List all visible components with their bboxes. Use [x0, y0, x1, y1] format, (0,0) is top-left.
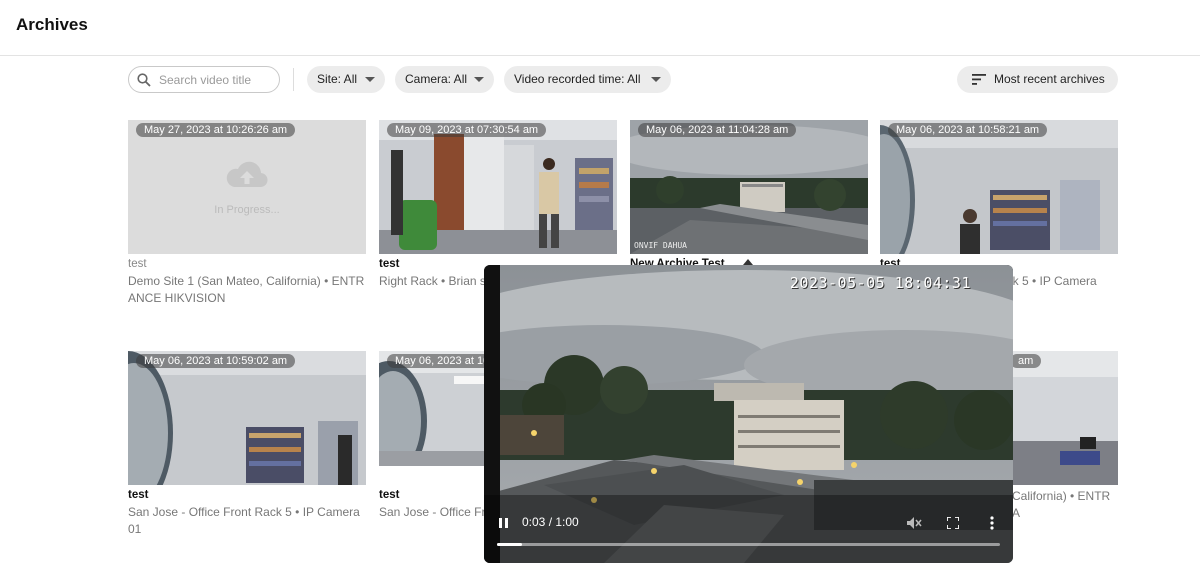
- search-input[interactable]: [159, 71, 275, 89]
- outdoor-camera-image: [630, 120, 868, 254]
- video-player[interactable]: 2023-05-05 18:04:31 0:03 / 1:00: [484, 265, 1013, 563]
- camera-osd-timestamp: 2023-05-05 18:04:31: [789, 274, 971, 292]
- recording-timestamp: am: [1010, 354, 1042, 368]
- recording-timestamp: May 06, 2023 at 10:59:02 am: [136, 354, 296, 368]
- archive-description: San Jose - Office Front Rack 5 • IP Came…: [128, 505, 360, 536]
- chevron-down-icon: [651, 77, 661, 82]
- archive-card[interactable]: May 06, 2023 at 10:59:02 am test San Jos…: [128, 351, 366, 538]
- sort-label: Most recent archives: [994, 72, 1105, 86]
- archive-title: test: [128, 258, 147, 270]
- site-filter-label: Site: All: [317, 72, 358, 86]
- recording-timestamp: May 27, 2023 at 10:26:26 am: [136, 123, 296, 137]
- archive-card[interactable]: May 06, 2023 at 11:04:28 am ONVIF DAHUA …: [630, 120, 868, 271]
- search-icon: [137, 73, 151, 87]
- page-title: Archives: [16, 15, 88, 34]
- recorded-time-filter[interactable]: Video recorded time: All: [504, 66, 671, 93]
- fullscreen-icon[interactable]: [947, 517, 959, 529]
- archive-description: Demo Site 1 (San Mateo, California) • EN…: [128, 274, 365, 305]
- archive-card[interactable]: In Progress... May 27, 2023 at 10:26:26 …: [128, 120, 366, 307]
- toolbar: Site: All Camera: All Video recorded tim…: [128, 66, 1118, 93]
- in-progress-label: In Progress...: [214, 204, 280, 216]
- archive-thumbnail[interactable]: May 06, 2023 at 10:58:21 am: [880, 120, 1118, 254]
- chevron-down-icon: [474, 77, 484, 82]
- search-box[interactable]: [128, 66, 280, 93]
- progress-bar[interactable]: [497, 543, 1000, 546]
- progress-fill: [497, 543, 523, 546]
- recording-timestamp: May 09, 2023 at 07:30:54 am: [387, 123, 547, 137]
- recording-timestamp: May 06, 2023 at 11:04:28 am: [638, 123, 797, 137]
- sort-button[interactable]: Most recent archives: [957, 66, 1118, 93]
- archive-thumbnail[interactable]: May 09, 2023 at 07:30:54 am: [379, 120, 617, 254]
- recorded-time-filter-label: Video recorded time: All: [514, 72, 641, 86]
- more-options-icon[interactable]: [990, 516, 994, 530]
- sort-icon: [972, 74, 986, 85]
- mute-icon[interactable]: [906, 516, 922, 530]
- camera-filter[interactable]: Camera: All: [395, 66, 494, 93]
- office-camera-image: [379, 120, 617, 254]
- cloud-upload-icon: [226, 161, 268, 188]
- page-header: Archives: [0, 0, 1200, 56]
- playback-time: 0:03 / 1:00: [522, 515, 579, 529]
- recording-timestamp: May 06, 2023 at 10: [387, 354, 498, 368]
- recording-timestamp: May 06, 2023 at 10:58:21 am: [888, 123, 1048, 137]
- rack-camera-image: [880, 120, 1118, 254]
- rack-camera-image: [128, 351, 366, 485]
- toolbar-divider: [293, 68, 294, 91]
- chevron-down-icon: [365, 77, 375, 82]
- archive-thumbnail[interactable]: In Progress... May 27, 2023 at 10:26:26 …: [128, 120, 366, 254]
- pause-icon[interactable]: [498, 517, 510, 529]
- archive-title: test: [128, 489, 149, 501]
- camera-osd-label: ONVIF DAHUA: [634, 241, 687, 250]
- camera-filter-label: Camera: All: [405, 72, 468, 86]
- archive-thumbnail[interactable]: May 06, 2023 at 11:04:28 am ONVIF DAHUA: [630, 120, 868, 254]
- archive-thumbnail[interactable]: May 06, 2023 at 10:59:02 am: [128, 351, 366, 485]
- site-filter[interactable]: Site: All: [307, 66, 385, 93]
